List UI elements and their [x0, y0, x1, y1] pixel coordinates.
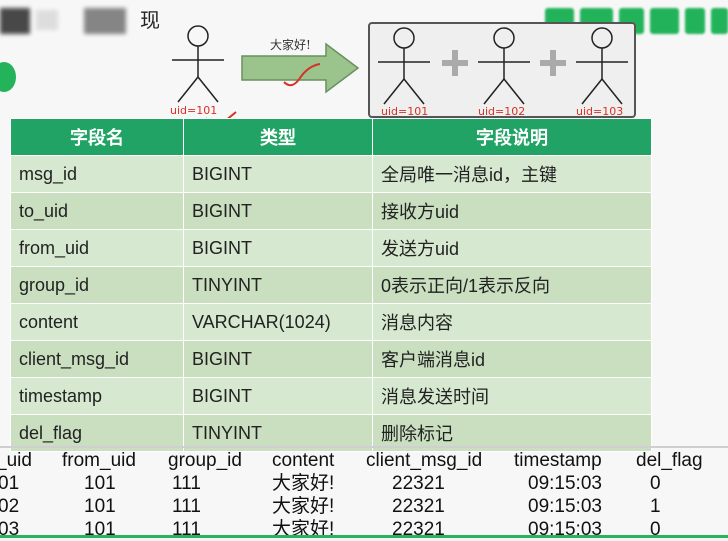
- field-type: TINYINT: [183, 266, 373, 304]
- cell: 111: [172, 473, 201, 494]
- cell: 09:15:03: [528, 473, 602, 494]
- field-type: BIGINT: [183, 340, 373, 378]
- column-header: 类型: [183, 118, 373, 156]
- cell: 大家好!: [272, 473, 335, 494]
- group-member-figure: [374, 24, 434, 114]
- table-row: from_uid BIGINT 发送方uid: [10, 229, 652, 267]
- cell: 101: [84, 473, 116, 494]
- person-icon: [478, 27, 530, 105]
- field-description: 消息发送时间: [372, 377, 652, 415]
- blurred-title-fragment: [36, 10, 58, 30]
- green-dot-marker: [0, 62, 16, 92]
- person-icon: [378, 27, 430, 105]
- field-description: 全局唯一消息id，主键: [372, 155, 652, 193]
- table-row: client_msg_id BIGINT 客户端消息id: [10, 340, 652, 378]
- field-type: BIGINT: [183, 155, 373, 193]
- field-type: VARCHAR(1024): [183, 303, 373, 341]
- table-header-row: 字段名 类型 字段说明: [10, 118, 652, 156]
- blurred-title-fragment: [84, 8, 126, 34]
- slide-title: 现: [140, 8, 160, 32]
- column-header: from_uid: [62, 450, 136, 471]
- group-member-figure: [474, 24, 534, 114]
- person-icon: [172, 25, 224, 103]
- arrow-label: 大家好!: [270, 38, 311, 52]
- column-header: content: [272, 450, 335, 471]
- data-table-row: 02 101 111 大家好! 22321 09:15:03 1: [0, 496, 728, 518]
- field-type: BIGINT: [183, 229, 373, 267]
- table-row: group_id TINYINT 0表示正向/1表示反向: [10, 266, 652, 304]
- table-row: to_uid BIGINT 接收方uid: [10, 192, 652, 230]
- column-header: 字段名: [10, 118, 184, 156]
- field-description: 接收方uid: [372, 192, 652, 230]
- sender-figure: [168, 22, 228, 112]
- cell: 1: [650, 496, 661, 517]
- field-name: to_uid: [10, 192, 184, 230]
- cell: 111: [172, 496, 201, 517]
- field-name: from_uid: [10, 229, 184, 267]
- table-row: timestamp BIGINT 消息发送时间: [10, 377, 652, 415]
- plus-icon: [540, 50, 566, 76]
- slide: 现 uid=101 大家好! uid=101 uid=102 uid=103 字…: [0, 0, 728, 540]
- data-table-header: _uid from_uid group_id content client_ms…: [0, 450, 728, 472]
- data-table: _uid from_uid group_id content client_ms…: [0, 448, 728, 540]
- field-name: content: [10, 303, 184, 341]
- field-name: client_msg_id: [10, 340, 184, 378]
- cell: 09:15:03: [528, 496, 602, 517]
- field-name: timestamp: [10, 377, 184, 415]
- cell: 22321: [392, 473, 445, 494]
- column-header: 字段说明: [372, 118, 652, 156]
- group-member-figure: [572, 24, 632, 114]
- plus-icon: [442, 50, 468, 76]
- data-table-row: 01 101 111 大家好! 22321 09:15:03 0: [0, 473, 728, 495]
- blurred-title-fragment: [0, 8, 30, 34]
- column-header: timestamp: [514, 450, 602, 471]
- cell: 02: [0, 496, 20, 517]
- field-description: 发送方uid: [372, 229, 652, 267]
- cell: 22321: [392, 496, 445, 517]
- field-table: 字段名 类型 字段说明 msg_id BIGINT 全局唯一消息id，主键 to…: [10, 118, 652, 452]
- cell: 01: [0, 473, 20, 494]
- group-uid-label: uid=102: [478, 105, 526, 118]
- person-icon: [576, 27, 628, 105]
- column-header: client_msg_id: [366, 450, 483, 471]
- field-name: group_id: [10, 266, 184, 304]
- field-type: BIGINT: [183, 192, 373, 230]
- cell: 0: [650, 473, 661, 494]
- field-type: BIGINT: [183, 377, 373, 415]
- field-name: msg_id: [10, 155, 184, 193]
- column-header: del_flag: [636, 450, 703, 471]
- column-header: _uid: [0, 450, 32, 471]
- field-description: 客户端消息id: [372, 340, 652, 378]
- group-uid-label: uid=101: [381, 105, 429, 118]
- field-description: 消息内容: [372, 303, 652, 341]
- field-description: 0表示正向/1表示反向: [372, 266, 652, 304]
- table-row: content VARCHAR(1024) 消息内容: [10, 303, 652, 341]
- group-uid-label: uid=103: [576, 105, 624, 118]
- column-header: group_id: [168, 450, 242, 471]
- table-row: msg_id BIGINT 全局唯一消息id，主键: [10, 155, 652, 193]
- cell: 大家好!: [272, 496, 335, 517]
- cell: 101: [84, 496, 116, 517]
